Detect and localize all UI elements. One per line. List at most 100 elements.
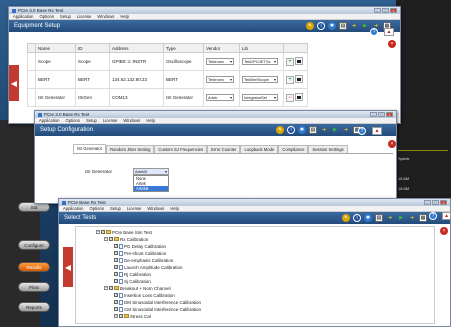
menu-application[interactable]: Application xyxy=(63,206,84,211)
menu-setup[interactable]: Setup xyxy=(60,14,71,19)
gear-icon[interactable]: ✱ xyxy=(298,126,306,134)
tab-random-jitter[interactable]: Random Jitter Setting xyxy=(106,145,155,153)
wrench-icon[interactable]: ✎ xyxy=(276,126,284,134)
lib-select[interactable]: TekDPOJETSc xyxy=(242,58,278,65)
close-button[interactable]: × xyxy=(386,112,393,117)
previous-arrow[interactable]: ◀ xyxy=(9,65,19,101)
menu-setup[interactable]: Setup xyxy=(110,206,121,211)
tab-custom-sj[interactable]: Custom SJ Frequencies xyxy=(154,145,208,153)
vendor-select[interactable]: Tektronix xyxy=(206,76,234,83)
tree-node-item[interactable]: ✓ Sj Calibration xyxy=(114,278,151,284)
arrow-right-icon[interactable]: ➜ xyxy=(342,126,350,134)
help-icon[interactable]: ? xyxy=(429,212,437,220)
collapse-up-icon[interactable]: ▲ xyxy=(442,212,451,220)
collapse-icon[interactable]: − xyxy=(104,237,108,241)
menu-windows[interactable]: Windows xyxy=(147,206,164,211)
run-icon[interactable]: ▶ xyxy=(331,126,339,134)
arrow-right-icon[interactable]: ➜ xyxy=(320,126,328,134)
tree-node-item[interactable]: ✓ Launch Amplitude Calibration xyxy=(114,264,183,270)
close-panel-icon[interactable]: × xyxy=(440,227,448,235)
tab-compliance[interactable]: Compliance xyxy=(278,145,309,153)
minimize-button[interactable]: – xyxy=(370,112,377,117)
menu-options[interactable]: Options xyxy=(40,14,54,19)
menu-license[interactable]: License xyxy=(77,14,91,19)
plots-button[interactable]: Plots xyxy=(18,282,50,292)
minimize-button[interactable]: – xyxy=(374,8,381,13)
checkbox[interactable]: ✓ xyxy=(114,251,118,255)
collapse-up-icon[interactable]: ▲ xyxy=(372,127,382,135)
maximize-button[interactable]: □ xyxy=(382,8,389,13)
vendor-select[interactable]: Tektronix xyxy=(206,58,234,65)
menu-help[interactable]: Help xyxy=(120,14,129,19)
info-icon[interactable]: i xyxy=(353,214,361,222)
arrow-right-icon[interactable]: ➜ xyxy=(408,214,416,222)
close-button[interactable]: × xyxy=(390,8,397,13)
tree-node-folder[interactable]: + ✓ Stress Cal xyxy=(114,313,151,319)
checkbox[interactable]: ✓ xyxy=(114,258,118,262)
tree-node-item[interactable]: ✓ CM Sinusoidal Interference Calibration xyxy=(114,306,201,312)
selection-icon[interactable]: ▤ xyxy=(375,214,383,222)
vendor-select[interactable]: Artek xyxy=(206,94,234,101)
arrow-right-icon[interactable]: ➜ xyxy=(386,214,394,222)
help-icon[interactable]: ? xyxy=(358,127,366,135)
add-button[interactable]: + xyxy=(286,75,294,84)
add-button[interactable]: + xyxy=(286,57,294,66)
selection-icon[interactable]: ▤ xyxy=(339,22,347,30)
lib-select[interactable]: IntegratorSel xyxy=(242,94,278,101)
arrow-right-icon[interactable]: ➜ xyxy=(350,22,358,30)
selection-icon[interactable]: ▤ xyxy=(309,126,317,134)
menu-help[interactable]: Help xyxy=(170,206,179,211)
display-button[interactable] xyxy=(295,75,304,84)
maximize-button[interactable]: □ xyxy=(432,200,439,205)
minimize-button[interactable]: – xyxy=(424,200,431,205)
checkbox[interactable]: ✓ xyxy=(114,300,118,304)
display-button[interactable] xyxy=(295,93,304,102)
close-button[interactable]: × xyxy=(440,200,447,205)
checkbox[interactable]: ✓ xyxy=(114,279,118,283)
previous-arrow[interactable]: ◀ xyxy=(63,247,73,287)
display-button[interactable] xyxy=(295,57,304,66)
tree-node-item[interactable]: ✓ PG Delay Calibration xyxy=(114,243,166,249)
close-panel-icon[interactable]: × xyxy=(388,40,396,48)
tree-node-item[interactable]: ✓ DM Sinusoidal Interference Calibration xyxy=(114,299,201,305)
menu-windows[interactable]: Windows xyxy=(123,118,140,123)
configure-button[interactable]: Configure xyxy=(18,240,50,250)
menu-application[interactable]: Application xyxy=(13,14,34,19)
report-icon[interactable]: ▦ xyxy=(419,214,427,222)
tree-node-folder[interactable]: − ✓ Breakout + Nom Channel xyxy=(104,285,171,291)
checkbox[interactable]: ✓ xyxy=(114,307,118,311)
tree-node-item[interactable]: ✓ Rj Calibration xyxy=(114,271,151,277)
tree-node-item[interactable]: ✓ Insertion Loss Calibration xyxy=(114,292,175,298)
tab-error-counter[interactable]: Error Counter xyxy=(207,145,241,153)
info-icon[interactable]: i xyxy=(317,22,325,30)
menu-options[interactable]: Options xyxy=(66,118,80,123)
wrench-icon[interactable]: ✎ xyxy=(306,22,314,30)
tab-session-settings[interactable]: Session Settings xyxy=(308,145,348,153)
isi-generator-select[interactable]: ArtekB xyxy=(133,168,169,175)
reports-button[interactable]: Reports xyxy=(18,302,50,312)
checkbox[interactable]: ✓ xyxy=(119,314,123,318)
checkbox[interactable]: ✓ xyxy=(114,272,118,276)
checkbox[interactable]: ✓ xyxy=(114,265,118,269)
results-button[interactable]: Results xyxy=(18,262,50,272)
menu-license[interactable]: License xyxy=(127,206,141,211)
wrench-icon[interactable]: ✎ xyxy=(342,214,350,222)
checkbox[interactable]: ✓ xyxy=(114,293,118,297)
run-icon[interactable]: ▶ xyxy=(361,22,369,30)
checkbox[interactable]: ✓ xyxy=(109,237,113,241)
option-artekb[interactable]: ArtekB xyxy=(134,186,168,191)
menu-options[interactable]: Options xyxy=(90,206,104,211)
info-icon[interactable]: i xyxy=(287,126,295,134)
table-row[interactable]: BERT BERT 134.62.132.60:23 BERT Tektroni… xyxy=(27,70,308,89)
table-row[interactable]: ISI Generator ISIGen COM13 ISI Generator… xyxy=(27,88,308,107)
maximize-button[interactable]: □ xyxy=(378,112,385,117)
table-row[interactable]: Scope Scope GPIB0::1::INSTR Oscilloscope… xyxy=(27,52,308,71)
collapse-up-icon[interactable]: ▲ xyxy=(384,28,394,36)
tree-node-item[interactable]: ✓ De-emphasis Calibration xyxy=(114,257,173,263)
tree-node-folder[interactable]: − ✓ Rx Calibration xyxy=(104,236,148,242)
checkbox[interactable]: ✓ xyxy=(109,286,113,290)
help-icon[interactable]: ? xyxy=(370,28,378,36)
menu-setup[interactable]: Setup xyxy=(86,118,97,123)
menu-application[interactable]: Application xyxy=(39,118,60,123)
gear-icon[interactable]: ✱ xyxy=(364,214,372,222)
